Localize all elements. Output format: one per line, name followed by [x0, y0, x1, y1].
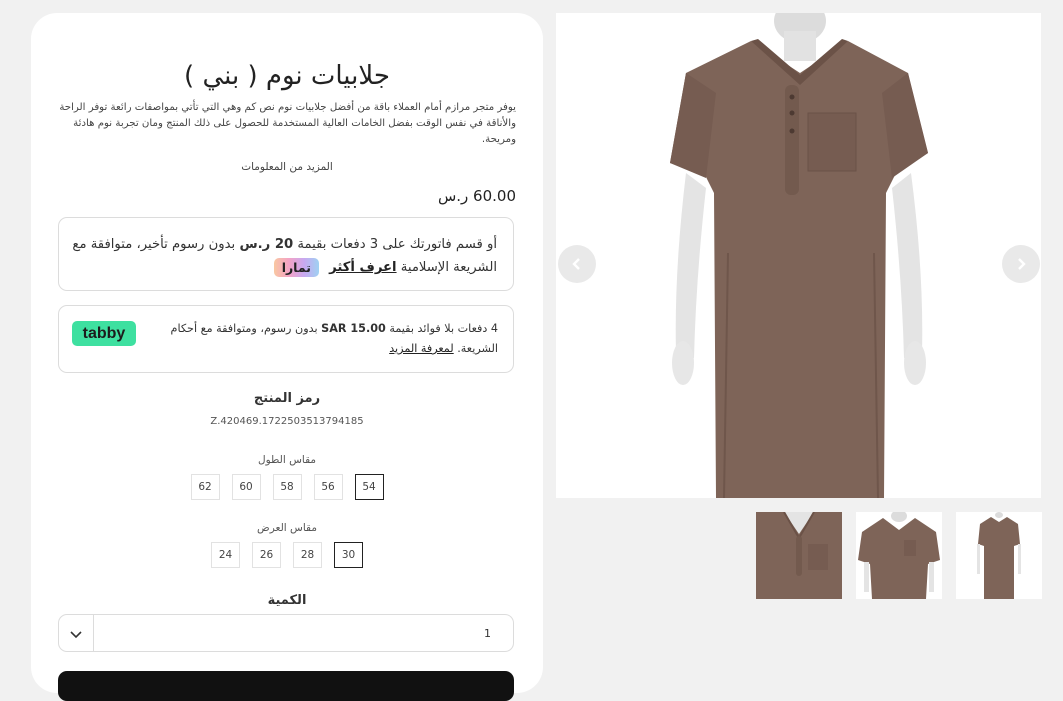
- tabby-amount: SAR 15.00: [321, 322, 386, 335]
- width-option-24[interactable]: 24: [211, 542, 240, 568]
- width-size-label: مقاس العرض: [257, 522, 317, 534]
- length-option-54[interactable]: 54: [354, 474, 384, 500]
- thumbnail-upper[interactable]: [856, 512, 942, 599]
- product-description: يوفر متجر مرازم أمام العملاء باقة من أفض…: [59, 102, 516, 145]
- width-option-26[interactable]: 26: [252, 542, 281, 568]
- tamara-text: أو قسم فاتورتك على 3 دفعات بقيمة 20 ر.س …: [57, 233, 497, 279]
- product-info-card: جلابيات نوم ( بني ) يوفر متجر مرازم أمام…: [31, 13, 543, 701]
- thumbnail-image: [956, 512, 1042, 599]
- sku-value: Z.420469.1722503513794185: [210, 416, 364, 427]
- length-option-56[interactable]: 56: [313, 474, 343, 500]
- tamara-text-before: أو قسم فاتورتك على 3 دفعات بقيمة: [297, 237, 497, 252]
- chevron-down-icon[interactable]: [68, 626, 84, 642]
- tamara-learn-more-link[interactable]: اعرف أكثر: [329, 260, 396, 275]
- length-size-options: 54 56 58 60 62: [31, 474, 543, 500]
- tamara-logo: تمارا: [273, 257, 319, 277]
- quantity-value: 1: [484, 627, 491, 640]
- more-info-link[interactable]: المزيد من المعلومات: [31, 161, 543, 173]
- add-to-cart-button[interactable]: [58, 671, 514, 701]
- width-size-options: 30 28 26 24: [31, 542, 543, 568]
- tamara-amount: 20 ر.س: [239, 237, 294, 252]
- tabby-text-before: 4 دفعات بلا فوائد بقيمة: [389, 322, 498, 335]
- width-option-28[interactable]: 28: [293, 542, 322, 568]
- tamara-installments-box: أو قسم فاتورتك على 3 دفعات بقيمة 20 ر.س …: [58, 217, 514, 291]
- thobe-illustration: [670, 13, 928, 498]
- quantity-label: الكمية: [267, 593, 307, 608]
- product-price: 60.00 ر.س: [437, 187, 516, 205]
- width-option-30[interactable]: 30: [334, 542, 363, 568]
- tabby-learn-more-link[interactable]: لمعرفة المزيد: [389, 342, 454, 355]
- product-title: جلابيات نوم ( بني ): [184, 61, 390, 91]
- gallery-prev-button[interactable]: [558, 245, 596, 283]
- tabby-logo: tabby: [72, 321, 136, 346]
- tabby-text: 4 دفعات بلا فوائد بقيمة SAR 15.00 بدون ر…: [148, 319, 498, 359]
- gallery-next-button[interactable]: [1002, 245, 1040, 283]
- length-option-62[interactable]: 62: [190, 474, 220, 500]
- thumbnail-image: [856, 512, 942, 599]
- quantity-divider: [93, 615, 94, 651]
- thumbnail-image: [756, 512, 842, 599]
- length-option-58[interactable]: 58: [272, 474, 302, 500]
- main-product-image: [556, 13, 1041, 498]
- thumbnail-closeup[interactable]: [756, 512, 842, 599]
- tabby-installments-box: 4 دفعات بلا فوائد بقيمة SAR 15.00 بدون ر…: [58, 305, 514, 373]
- length-option-60[interactable]: 60: [231, 474, 261, 500]
- length-size-label: مقاس الطول: [257, 454, 317, 466]
- thumbnail-full[interactable]: [956, 512, 1042, 599]
- quantity-select[interactable]: 1: [58, 614, 514, 652]
- chevron-left-icon: [572, 258, 580, 270]
- sku-label: رمز المنتج: [253, 391, 321, 406]
- chevron-right-icon: [1018, 258, 1026, 270]
